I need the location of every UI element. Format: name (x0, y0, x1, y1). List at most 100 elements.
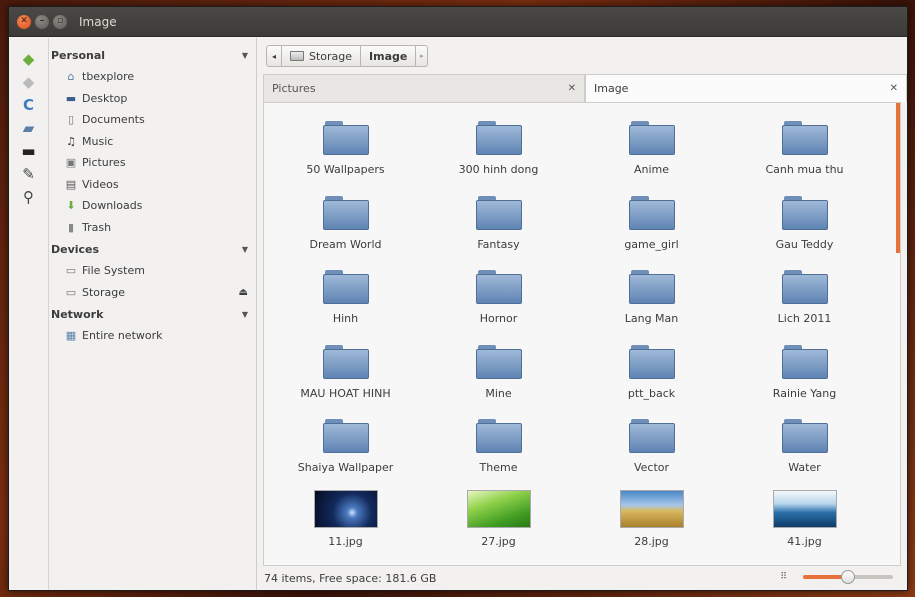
close-icon[interactable]: ✕ (568, 83, 576, 94)
folder-item[interactable]: Hornor (422, 266, 575, 341)
file-name-label: Hornor (479, 312, 518, 325)
file-name-label: Water (788, 461, 821, 474)
pictures-icon: ▣ (65, 156, 77, 170)
path-forward-button[interactable]: ▸ (416, 45, 429, 67)
zoom-slider-handle[interactable] (841, 570, 855, 584)
file-grid: 50 Wallpapers 300 hinh dong Anime Canh mua … (264, 103, 900, 564)
image-file-item[interactable]: 28.jpg (575, 489, 728, 565)
folder-item[interactable]: Canh mua thu (728, 117, 881, 192)
folder-item[interactable]: Hinh (269, 266, 422, 341)
reload-icon[interactable]: C (18, 94, 40, 116)
folder-item[interactable]: game_girl (575, 192, 728, 267)
videos-icon: ▤ (65, 177, 77, 191)
maximize-icon: ▫ (56, 16, 64, 26)
sidebar-item-label: Storage (82, 285, 126, 299)
path-bar: ◂ Storage Image ▸ (258, 38, 907, 74)
file-name-label: Theme (479, 461, 518, 474)
downloads-icon: ⬇ (66, 199, 76, 213)
sidebar-item-label: Pictures (82, 156, 126, 170)
sidebar-item-tbexplore[interactable]: ⌂ tbexplore (49, 66, 256, 88)
maximize-window-button[interactable]: ▫ (53, 14, 67, 29)
crumb-storage[interactable]: Storage (282, 45, 362, 67)
minimize-window-button[interactable]: – (35, 14, 49, 29)
folder-item[interactable]: Lich 2011 (728, 266, 881, 341)
file-name-label: 300 hinh dong (458, 163, 539, 176)
tab-image[interactable]: Image ✕ (585, 74, 907, 102)
places-sidebar: Personal ▼ ⌂ tbexplore ▬ Desktop ▯ Documents ♫ Mu… (49, 38, 257, 590)
desktop-icon: ▬ (65, 91, 77, 105)
folder-item[interactable]: Dream World (269, 192, 422, 267)
folder-item[interactable]: MAU HOAT HINH (269, 341, 422, 416)
sidebar-item-music[interactable]: ♫ Music (49, 131, 256, 153)
close-icon: ✕ (20, 16, 28, 26)
image-file-item[interactable]: 27.jpg (422, 489, 575, 565)
folder-item[interactable]: Fantasy (422, 192, 575, 267)
eject-icon[interactable]: ⏏ (239, 287, 248, 298)
image-file-item[interactable]: 41.jpg (728, 489, 881, 565)
chevron-left-icon: ◂ (271, 51, 276, 61)
go-back-icon[interactable]: ◆ (18, 48, 40, 70)
search-icon[interactable]: ⚲ (18, 186, 40, 208)
file-name-label: 50 Wallpapers (306, 163, 385, 176)
sidebar-section-personal[interactable]: Personal ▼ (49, 44, 256, 66)
file-name-label: Dream World (309, 237, 382, 251)
crumb-image[interactable]: Image (361, 45, 417, 67)
folder-item[interactable]: 50 Wallpapers (269, 117, 422, 192)
folder-icon (475, 195, 522, 230)
folder-item[interactable]: Theme (422, 415, 575, 490)
file-name-label: Lang Man (624, 312, 679, 325)
collapse-arrow-icon[interactable]: ▼ (242, 51, 248, 60)
folder-icon (475, 344, 522, 379)
sidebar-section-network[interactable]: Network ▼ (49, 303, 256, 325)
go-forward-icon[interactable]: ◆ (18, 71, 40, 93)
folder-icon (628, 344, 675, 379)
places-icon[interactable]: ▰ (18, 117, 40, 139)
sidebar-item-trash[interactable]: ▮ Trash (49, 217, 256, 239)
collapse-arrow-icon[interactable]: ▼ (242, 245, 248, 254)
folder-item[interactable]: 300 hinh dong (422, 117, 575, 192)
sidebar-item-label: Entire network (82, 329, 163, 343)
file-name-label: Fantasy (477, 237, 520, 251)
zoom-control: ⠿ (780, 570, 893, 584)
sidebar-section-devices[interactable]: Devices ▼ (49, 238, 256, 260)
scrollbar[interactable] (896, 103, 900, 253)
folder-icon (628, 270, 675, 304)
sidebar-item-storage[interactable]: ▭ Storage ⏏ (49, 282, 256, 304)
folder-item[interactable]: Rainie Yang (728, 341, 881, 416)
sidebar-item-pictures[interactable]: ▣ Pictures (49, 152, 256, 174)
minimize-icon: – (39, 16, 45, 26)
sidebar-item-videos[interactable]: ▤ Videos (49, 174, 256, 196)
folder-item[interactable]: Gau Teddy (728, 192, 881, 267)
folder-icon (781, 121, 828, 155)
folder-item[interactable]: Shaiya Wallpaper (269, 415, 422, 490)
path-back-button[interactable]: ◂ (266, 45, 282, 67)
sidebar-item-label: Videos (82, 177, 119, 191)
folder-item[interactable]: ptt_back (575, 341, 728, 416)
file-name-label: Lich 2011 (777, 312, 832, 325)
image-file-item[interactable]: 11.jpg (269, 489, 422, 565)
sidebar-item-entire-network[interactable]: ▦ Entire network (49, 325, 256, 347)
image-thumbnail (466, 489, 531, 528)
sidebar-item-file-system[interactable]: ▭ File System (49, 260, 256, 282)
collapse-arrow-icon[interactable]: ▼ (242, 310, 248, 319)
sidebar-item-documents[interactable]: ▯ Documents (49, 109, 256, 131)
tab-image-label: Image (594, 82, 629, 95)
folder-item[interactable]: Anime (575, 117, 728, 192)
close-icon[interactable]: ✕ (890, 83, 898, 94)
tab-pictures[interactable]: Pictures ✕ (263, 74, 585, 102)
trash-icon: ▮ (67, 220, 75, 234)
folder-item[interactable]: Vector (575, 415, 728, 490)
edit-icon[interactable]: ✎ (18, 163, 40, 185)
close-window-button[interactable]: ✕ (17, 14, 31, 29)
icon-view[interactable]: 50 Wallpapers 300 hinh dong Anime Canh mua … (263, 102, 901, 566)
sidebar-item-label: Trash (82, 220, 112, 234)
zoom-slider[interactable] (803, 570, 893, 584)
file-name-label: Hinh (332, 312, 359, 325)
computer-icon[interactable]: ▬ (18, 140, 40, 162)
sidebar-item-desktop[interactable]: ▬ Desktop (49, 88, 256, 110)
folder-item[interactable]: Water (728, 415, 881, 490)
sidebar-item-downloads[interactable]: ⬇ Downloads (49, 195, 256, 217)
folder-icon (322, 121, 369, 155)
folder-item[interactable]: Lang Man (575, 266, 728, 341)
folder-item[interactable]: Mine (422, 341, 575, 416)
